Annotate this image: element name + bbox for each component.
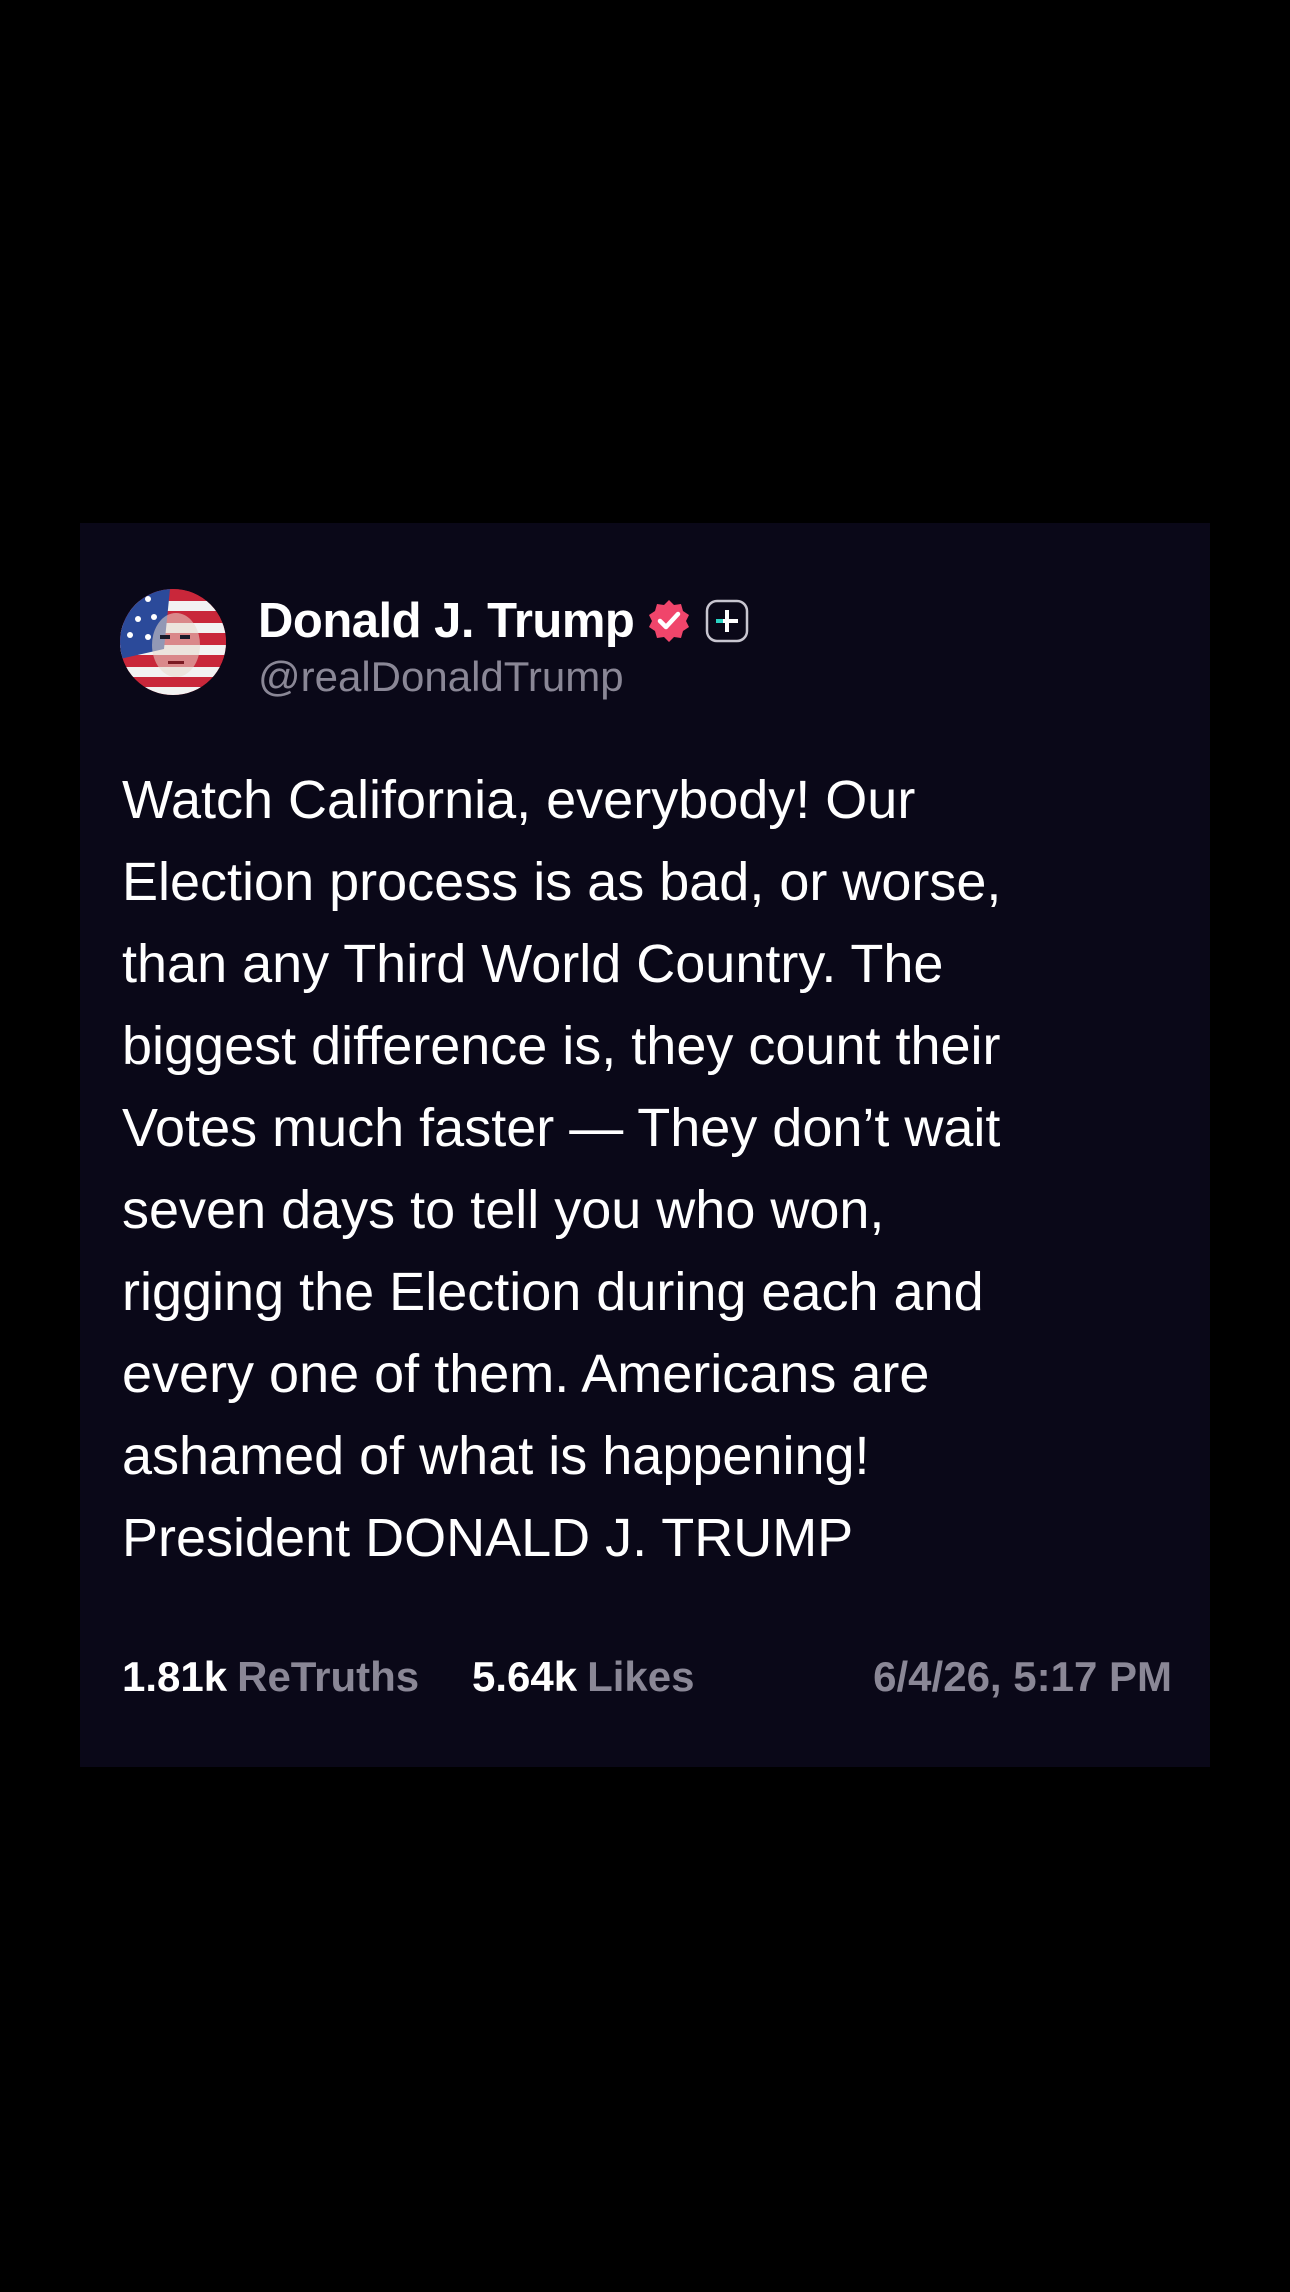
post-stats-row: 1.81k ReTruths 5.64k Likes 6/4/26, 5:17 PM — [122, 1653, 1172, 1713]
author-handle[interactable]: @realDonaldTrump — [258, 653, 624, 701]
post-body-text: Watch California, everybody! Our Electio… — [122, 770, 1002, 1568]
author-display-name[interactable]: Donald J. Trump — [258, 593, 635, 649]
verified-badge-icon — [646, 598, 692, 644]
author-name-row: Donald J. Trump — [258, 591, 750, 651]
retruths-label: ReTruths — [237, 1653, 420, 1700]
plus-badge-icon — [704, 598, 750, 644]
likes-label: Likes — [587, 1653, 695, 1700]
avatar[interactable] — [120, 589, 226, 695]
post-timestamp: 6/4/26, 5:17 PM — [873, 1653, 1172, 1700]
likes-count: 5.64k — [472, 1653, 578, 1700]
retruths-count: 1.81k — [122, 1653, 228, 1700]
likes-stat[interactable]: 5.64k Likes — [472, 1653, 695, 1701]
post-card[interactable]: Donald J. Trump @realDonaldTrump Watch C… — [80, 523, 1210, 1767]
retruths-stat[interactable]: 1.81k ReTruths — [122, 1653, 419, 1701]
avatar-image — [120, 589, 226, 695]
